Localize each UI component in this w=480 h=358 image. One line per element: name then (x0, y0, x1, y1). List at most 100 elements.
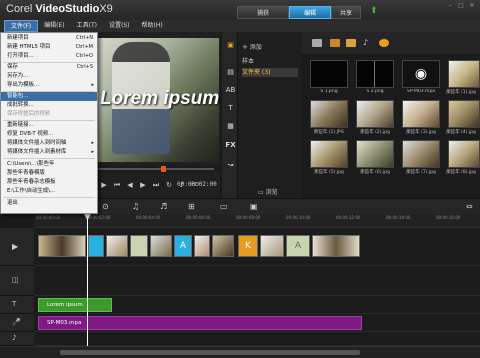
graphic-icon[interactable]: ▦ (225, 121, 236, 131)
prev-frame-icon[interactable]: ◀ (126, 181, 134, 189)
menu-item-repair-dvbt[interactable]: 修复 DVB-T 视频... (1, 130, 97, 139)
playhead-line[interactable] (87, 214, 88, 346)
timeline-ruler[interactable]: 00:00:00:00 00:00:02:00 00:00:04:00 00:0… (34, 214, 480, 228)
thumbnail-photo[interactable] (448, 100, 480, 128)
menu-item-recent-2[interactable]: 那些年青春模版 (1, 169, 97, 178)
motion-tracking-icon[interactable]: ⊞ (188, 202, 195, 212)
thumbnail-photo[interactable] (310, 140, 348, 168)
photo-clip[interactable] (212, 235, 234, 257)
menu-file[interactable]: 文件(F) (4, 20, 39, 32)
video-clip[interactable] (312, 235, 360, 257)
overlay-track-header[interactable]: ◫ (0, 266, 34, 296)
photo-clip[interactable] (260, 235, 284, 257)
thumbnail-photo[interactable] (402, 100, 440, 128)
scrollbar-thumb[interactable] (60, 350, 360, 355)
upload-arrow-icon[interactable]: ⬆ (370, 6, 378, 16)
transition-clip[interactable] (88, 235, 104, 257)
title-track[interactable]: Lorem ipsum (34, 296, 480, 314)
photo-clip[interactable] (194, 235, 210, 257)
video-track-header[interactable]: ▶ (0, 228, 34, 266)
transition-clip[interactable]: A (174, 235, 192, 257)
title-track-header[interactable]: T (0, 296, 34, 314)
show-videos-icon[interactable] (330, 39, 340, 47)
auto-music-icon[interactable]: ♬ (160, 202, 167, 212)
menu-item-new-project[interactable]: 新建项目 Ctrl+N (1, 34, 97, 43)
menu-edit[interactable]: 编辑(E) (38, 20, 70, 32)
media-icon[interactable]: ▣ (225, 40, 236, 50)
photo-clip[interactable] (106, 235, 128, 257)
menu-item-insert-library[interactable]: 将媒体文件插入到素材库 ▸ (1, 148, 97, 157)
path-icon[interactable]: ↝ (225, 160, 236, 170)
close-icon[interactable]: ✕ (468, 2, 476, 10)
menu-tools[interactable]: 工具(T) (71, 20, 103, 32)
thumbnail-photo[interactable] (310, 100, 348, 128)
overlay-track[interactable] (34, 266, 480, 296)
play-icon[interactable]: ▶ (100, 181, 108, 189)
title-clip[interactable]: Lorem ipsum (38, 298, 112, 312)
tab-edit[interactable]: 编辑 (289, 6, 331, 19)
transition-icon[interactable]: AB (225, 85, 236, 95)
menu-help[interactable]: 帮助(H) (135, 20, 168, 32)
music-track-header[interactable]: ♪ (0, 332, 34, 346)
thumbnail-photo[interactable] (448, 140, 480, 168)
thumbnail-photo[interactable] (402, 140, 440, 168)
music-track[interactable] (34, 332, 480, 346)
fx-icon[interactable]: FX (225, 140, 236, 150)
scrubber-handle[interactable] (161, 166, 166, 172)
folder-item-samples[interactable]: 样本 (242, 57, 298, 66)
show-audio-icon[interactable]: ♪ (363, 39, 373, 47)
thumbnail-photo[interactable] (448, 60, 480, 88)
home-icon[interactable]: ⏮ (113, 181, 121, 189)
menu-item-smart-package[interactable]: 智能包... (1, 92, 97, 101)
menu-item-recent-3[interactable]: 那些年青春杂志模板 (1, 178, 97, 187)
menu-item-save[interactable]: 保存 Ctrl+S (1, 63, 97, 72)
folder-item-selected[interactable]: 文件夹 (3) (242, 68, 298, 77)
subtitle-editor-icon[interactable]: ▭ (220, 202, 228, 212)
multi-camera-icon[interactable]: ▣ (250, 202, 258, 212)
voice-track-header[interactable]: 🎤 (0, 314, 34, 332)
maximize-icon[interactable]: □ (457, 2, 465, 10)
add-folder-button[interactable]: + 添加 (242, 42, 302, 51)
instant-project-icon[interactable]: ▤ (225, 67, 236, 77)
menu-item-open-project[interactable]: 打开项目... Ctrl+O (1, 52, 97, 61)
folder-icon[interactable] (312, 39, 322, 47)
photo-clip[interactable] (130, 235, 148, 257)
thumbnail-s2[interactable] (356, 60, 394, 88)
menu-item-save-as[interactable]: 另存为... (1, 72, 97, 81)
sound-mixer-icon[interactable]: ♫ (132, 202, 139, 212)
menu-item-recent-4[interactable]: E:\工作\自动生成\... (1, 187, 97, 196)
timeline-scrollbar[interactable] (0, 346, 480, 358)
tab-capture[interactable]: 捕获 (237, 6, 289, 19)
fit-project-icon[interactable]: ⇔ (466, 202, 473, 212)
menu-settings[interactable]: 设置(S) (103, 20, 136, 32)
menu-item-batch-convert[interactable]: 成批转换... (1, 101, 97, 110)
record-capture-icon[interactable]: ⊙ (102, 202, 109, 212)
minimize-icon[interactable]: – (446, 2, 454, 10)
timecode-display[interactable]: 00:00:02:00 (177, 181, 217, 188)
thumbnail-s1[interactable] (310, 60, 348, 88)
transition-clip[interactable]: A (286, 235, 310, 257)
end-icon[interactable]: ⏭ (152, 181, 160, 189)
divider-line (374, 61, 375, 87)
show-photos-icon[interactable] (346, 39, 356, 47)
next-frame-icon[interactable]: ▶ (139, 181, 147, 189)
video-clip[interactable] (38, 235, 86, 257)
menu-item-export-template[interactable]: 导出为模板... ▸ (1, 81, 97, 90)
transition-clip[interactable]: K (238, 235, 258, 257)
voice-track[interactable]: SP-M03.mpa (34, 314, 480, 332)
title-icon[interactable]: T (225, 103, 236, 113)
face-index-icon[interactable] (379, 39, 389, 47)
thumbnail-audio[interactable]: ◉ (402, 60, 440, 88)
menu-item-recent-1[interactable]: C:\Users\...\那些年 (1, 160, 97, 169)
menu-item-exit[interactable]: 退出 (1, 199, 97, 208)
menu-item-relink[interactable]: 重新链接... (1, 121, 97, 130)
menu-item-insert-timeline[interactable]: 将媒体文件插入到时间轴 ▸ (1, 139, 97, 148)
repeat-icon[interactable]: ↻ (165, 181, 173, 189)
thumbnail-photo[interactable] (356, 100, 394, 128)
tab-share[interactable]: 共享 (331, 6, 361, 19)
menu-item-new-html5[interactable]: 新建 HTML5 项目 Ctrl+M (1, 43, 97, 52)
photo-clip[interactable] (150, 235, 172, 257)
video-track[interactable]: A K A (34, 228, 480, 266)
thumbnail-photo[interactable] (356, 140, 394, 168)
browse-button[interactable]: ▭ 浏览 (258, 187, 298, 196)
